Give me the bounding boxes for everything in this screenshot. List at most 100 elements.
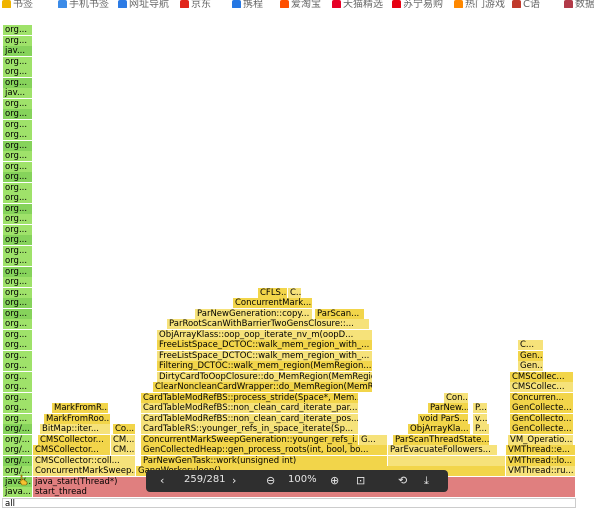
flame-frame[interactable]: VM_Operatio...: [508, 434, 574, 445]
bookmark-10[interactable]: 数据: [564, 0, 594, 8]
flame-frame[interactable]: MarkFromR...: [52, 403, 109, 413]
flame-frame[interactable]: org/...: [3, 424, 33, 434]
flame-frame[interactable]: org...: [3, 172, 33, 182]
flame-frame[interactable]: org...: [3, 161, 33, 172]
flame-frame[interactable]: CMSCollec...: [510, 382, 574, 392]
flame-frame[interactable]: void ParS...: [418, 413, 469, 424]
rotate-icon[interactable]: ⟲: [398, 474, 407, 487]
flame-frame[interactable]: VMThread::ru...: [506, 466, 576, 476]
bookmark-6[interactable]: 天猫精选: [332, 0, 383, 8]
flame-frame[interactable]: ObjArrayKlass::oop_oop_iterate_nv_m(oopD…: [157, 329, 373, 340]
flame-frame[interactable]: org...: [3, 340, 33, 350]
flame-frame[interactable]: ParScan...: [315, 308, 365, 319]
flame-frame[interactable]: org...: [3, 277, 33, 287]
flame-frame[interactable]: org...: [3, 182, 33, 193]
flame-frame[interactable]: org...: [3, 140, 33, 151]
flame-frame[interactable]: org...: [3, 382, 33, 392]
flame-frame[interactable]: org...: [3, 235, 33, 245]
flame-frame[interactable]: Co...: [113, 424, 136, 434]
flame-frame[interactable]: CardTableModRefBS::non_clean_card_iterat…: [141, 413, 359, 424]
flame-frame[interactable]: org/...: [3, 434, 33, 445]
zoom-in-icon[interactable]: ⊕: [330, 474, 339, 487]
next-page-button[interactable]: ›: [232, 474, 236, 487]
flame-frame[interactable]: org...: [3, 214, 33, 224]
flame-frame[interactable]: org...: [3, 329, 33, 340]
flame-frame[interactable]: CardTableModRefBS::non_clean_card_iterat…: [141, 403, 359, 413]
flame-frame[interactable]: CM...: [111, 434, 136, 445]
flame-frame[interactable]: Con...: [444, 392, 469, 403]
bookmark-8[interactable]: 热门游戏: [454, 0, 505, 8]
flame-frame[interactable]: org...: [3, 56, 33, 67]
flame-frame[interactable]: MarkFromRoo...: [44, 413, 111, 424]
flame-frame[interactable]: Concurren...: [510, 392, 574, 403]
flame-frame[interactable]: ParNew...: [428, 403, 469, 413]
flame-frame[interactable]: org...: [3, 35, 33, 46]
bookmark-4[interactable]: 携程: [232, 0, 263, 8]
flame-frame[interactable]: org...: [3, 308, 33, 319]
flame-frame[interactable]: ParEvacuateFollowers...: [388, 445, 498, 455]
bookmark-3[interactable]: 京东: [180, 0, 211, 8]
flame-frame[interactable]: CardTableRS::younger_refs_in_space_itera…: [141, 424, 359, 434]
flame-frame[interactable]: java...: [3, 487, 33, 497]
flame-frame[interactable]: C...: [518, 340, 544, 350]
flame-frame[interactable]: org...: [3, 109, 33, 119]
flame-frame[interactable]: org...: [3, 392, 33, 403]
bookmark-2[interactable]: 网址导航: [118, 0, 169, 8]
flame-frame[interactable]: P...: [473, 403, 488, 413]
flame-frame[interactable]: ParScanThreadState...: [393, 434, 490, 445]
download-icon[interactable]: ⤓: [424, 474, 429, 488]
flame-frame[interactable]: org...: [3, 119, 33, 130]
flame-frame[interactable]: org...: [3, 371, 33, 382]
flame-frame[interactable]: CMSCollector...: [33, 445, 111, 455]
flame-frame[interactable]: org...: [3, 130, 33, 140]
flame-frame[interactable]: [388, 455, 506, 466]
flame-frame[interactable]: org/...: [3, 445, 33, 455]
flame-frame[interactable]: org...: [3, 298, 33, 308]
bookmark-9[interactable]: C语: [512, 0, 540, 8]
flame-frame[interactable]: CM...: [111, 445, 136, 455]
flame-frame[interactable]: ConcurrentMark...: [233, 298, 313, 308]
flame-frame[interactable]: ParNewGeneration::copy...: [195, 308, 313, 319]
flame-frame[interactable]: GenCollecte...: [510, 403, 574, 413]
flame-frame[interactable]: Gen...: [518, 350, 544, 361]
flame-frame[interactable]: FreeListSpace_DCTOC::walk_mem_region_wit…: [157, 340, 373, 350]
flame-frame[interactable]: org...: [3, 403, 33, 413]
flame-frame[interactable]: v...: [473, 413, 488, 424]
flame-frame[interactable]: org...: [3, 224, 33, 235]
flame-frame[interactable]: org...: [3, 67, 33, 77]
flame-frame[interactable]: P...: [473, 424, 490, 434]
prev-page-button[interactable]: ‹: [160, 474, 164, 487]
flame-frame[interactable]: org...: [3, 25, 33, 35]
flame-frame[interactable]: ObjArrayKla...: [408, 424, 471, 434]
flame-frame[interactable]: ParRootScanWithBarrierTwoGensClosure::..…: [167, 319, 370, 329]
bookmark-7[interactable]: 苏宁易购: [392, 0, 443, 8]
flame-frame[interactable]: org/...: [3, 455, 33, 466]
flame-frame[interactable]: jav...: [3, 88, 33, 98]
flame-frame[interactable]: org...: [3, 319, 33, 329]
flame-frame[interactable]: org...: [3, 77, 33, 88]
flame-frame[interactable]: org...: [3, 256, 33, 266]
bookmark-1[interactable]: 手机书签: [58, 0, 109, 8]
flame-frame[interactable]: org...: [3, 287, 33, 298]
flame-frame[interactable]: VMThread::lo...: [506, 455, 576, 466]
flame-frame[interactable]: org...: [3, 98, 33, 109]
flame-frame[interactable]: CardTableModRefBS::process_stride(Space*…: [141, 392, 359, 403]
flame-frame[interactable]: jav...: [3, 46, 33, 56]
flame-frame[interactable]: Filtering_DCTOC::walk_mem_region(MemRegi…: [157, 361, 373, 371]
flame-frame[interactable]: org...: [3, 266, 33, 277]
flame-frame[interactable]: C...: [288, 287, 302, 298]
flame-frame[interactable]: org...: [3, 245, 33, 256]
flame-frame[interactable]: GenCollecto...: [510, 413, 574, 424]
bookmark-5[interactable]: 爱淘宝: [280, 0, 321, 8]
flame-frame[interactable]: CFLS...: [258, 287, 288, 298]
flame-frame[interactable]: org...: [3, 413, 33, 424]
flame-frame[interactable]: DirtyCardToOopClosure::do_MemRegion(MemR…: [157, 371, 373, 382]
flame-frame[interactable]: ConcurrentMarkSweepGeneration::younger_r…: [141, 434, 359, 445]
flame-frame[interactable]: CMSCollector::coll...: [33, 455, 136, 466]
fit-page-icon[interactable]: ⊡: [356, 474, 365, 487]
flame-frame[interactable]: ConcurrentMarkSweep...: [33, 466, 136, 476]
flame-frame[interactable]: ParNewGenTask::work(unsigned int): [141, 455, 388, 466]
flame-frame[interactable]: BitMap::iter...: [40, 424, 111, 434]
flame-frame[interactable]: org...: [3, 203, 33, 214]
bookmark-0[interactable]: 书签: [2, 0, 33, 8]
